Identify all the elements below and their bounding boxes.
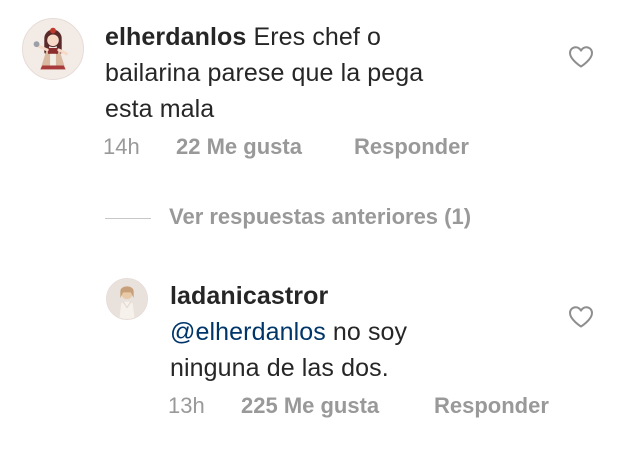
divider-line [105,218,151,219]
reply-button[interactable]: Responder [434,393,549,419]
heart-outline-icon [569,306,593,328]
reply-button[interactable]: Responder [354,134,469,160]
comment-username[interactable]: elherdanlos [105,23,246,51]
like-button[interactable] [568,45,594,69]
avatar[interactable] [106,278,148,320]
comment-body-line: esta mala [105,95,215,123]
avatar-photo [107,279,147,319]
likes-count[interactable]: 225 Me gusta [241,393,379,419]
comment-body-line: bailarina parese que la pega [105,59,424,87]
comment-body-line: ninguna de las dos. [170,354,389,382]
comment-text: ladanicastror @elherdanlos no soy ningun… [170,278,550,386]
like-button[interactable] [568,305,594,329]
comment-time: 13h [168,393,205,418]
avatar-illustration [23,19,83,79]
comment-body-line: Eres chef o [253,23,382,51]
comment-text: elherdanlos Eres chef o bailarina parese… [105,19,545,127]
likes-count[interactable]: 22 Me gusta [176,134,302,160]
comment-body-line: no soy [325,318,408,346]
avatar[interactable] [22,18,84,80]
mention-link[interactable]: @elherdanlos [170,318,326,346]
comment-meta: 13h 225 Me gusta Responder [168,393,588,421]
comment-time: 14h [103,134,140,159]
view-previous-replies-label[interactable]: Ver respuestas anteriores (1) [169,204,471,230]
comment-username[interactable]: ladanicastror [170,282,328,310]
comment-meta: 14h 22 Me gusta Responder [103,134,523,162]
heart-outline-icon [569,46,593,68]
